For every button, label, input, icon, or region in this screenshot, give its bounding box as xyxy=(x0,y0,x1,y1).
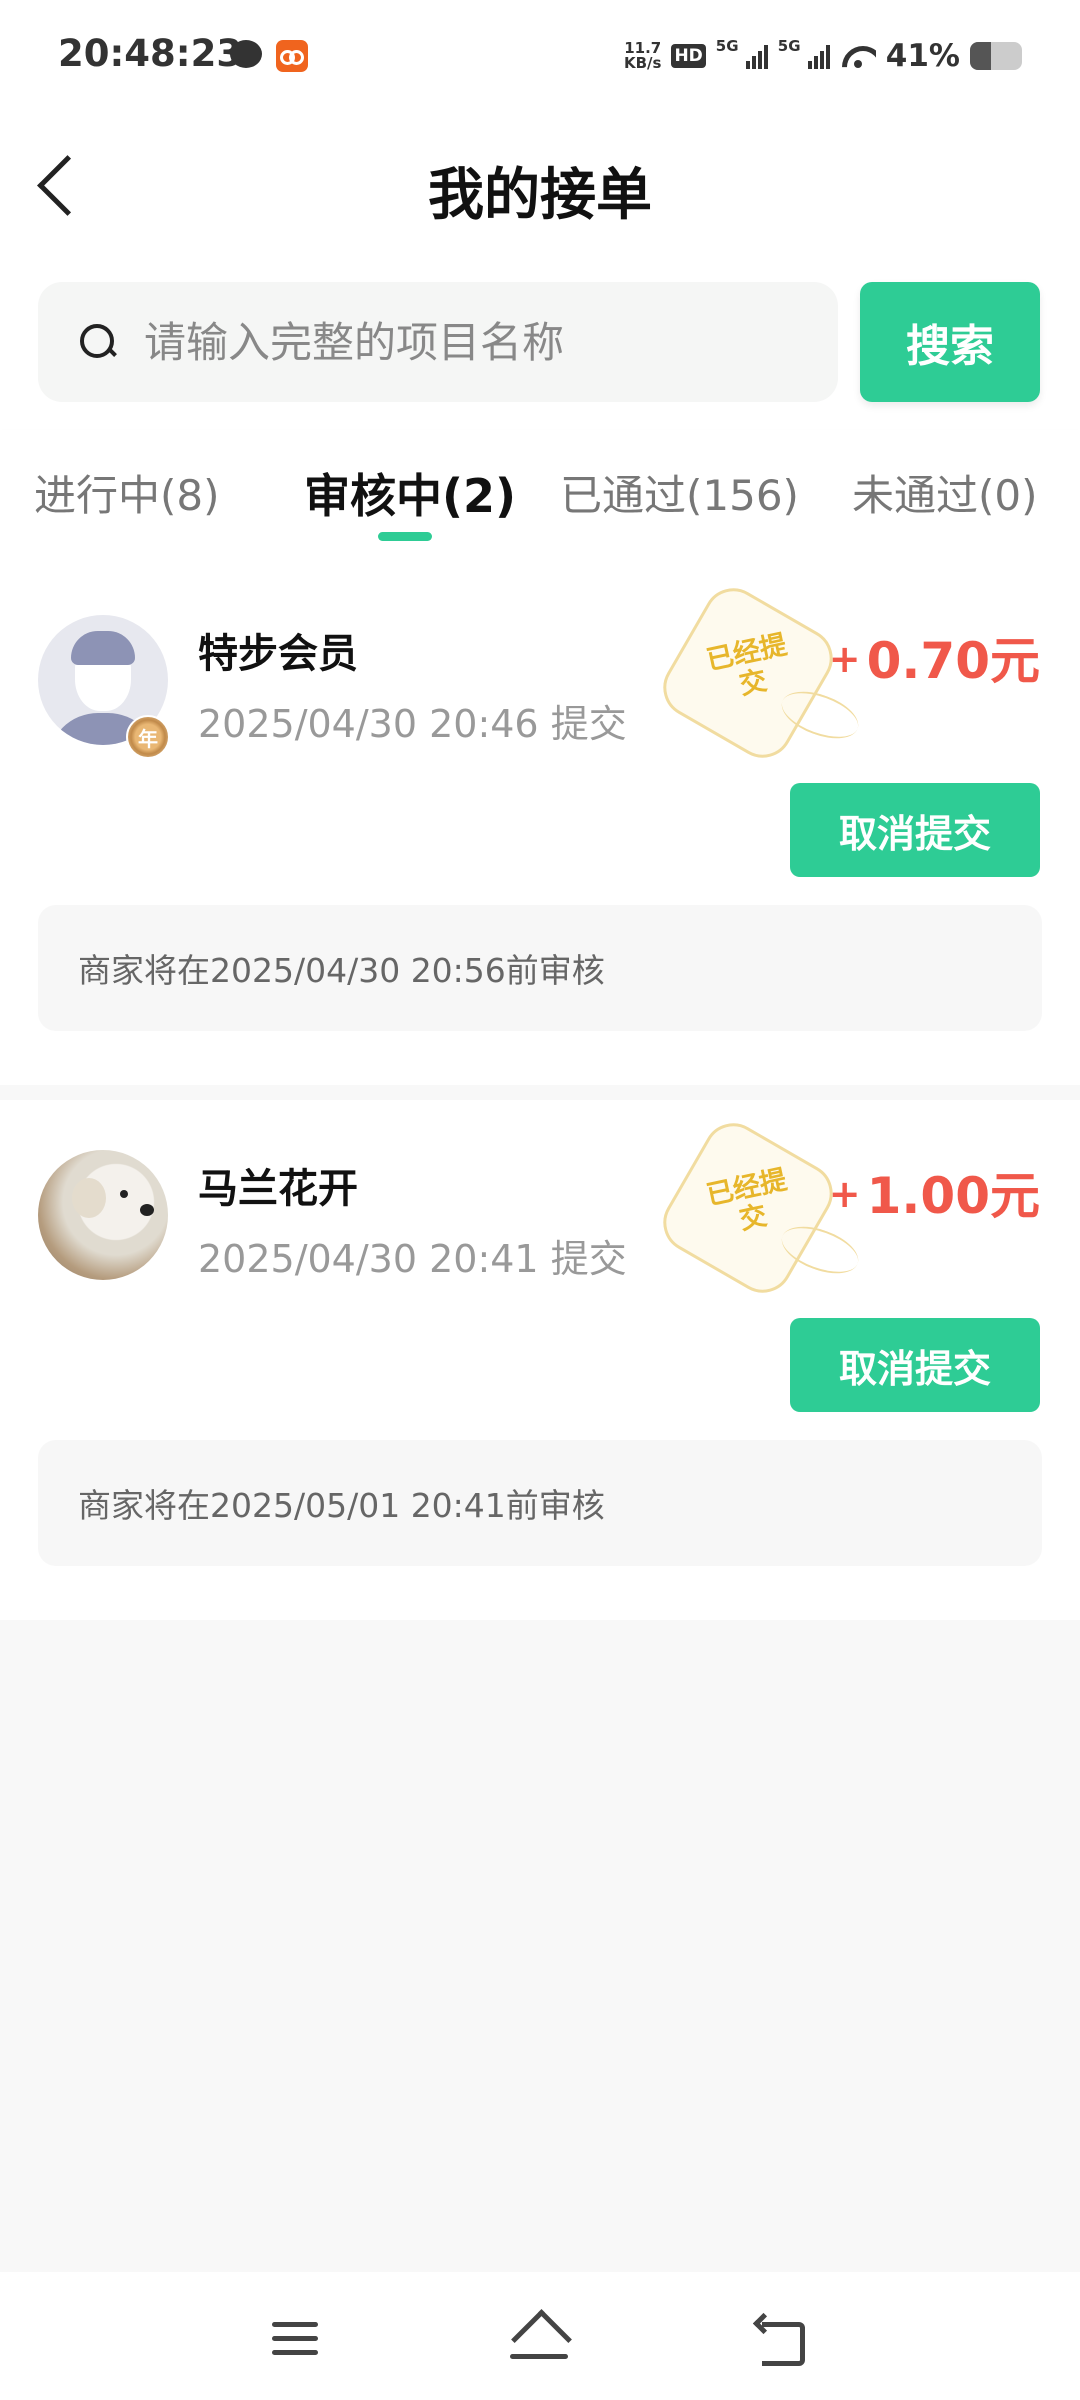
cancel-submit-button[interactable]: 取消提交 xyxy=(790,783,1040,877)
submit-time: 2025/04/30 20:41 提交 xyxy=(198,1237,627,1281)
member-badge-icon: 年 xyxy=(126,715,170,759)
review-deadline-notice: 商家将在2025/04/30 20:56前审核 xyxy=(38,905,1042,1031)
amount-value: 0.70元 xyxy=(866,632,1040,690)
speed-unit: KB/s xyxy=(623,54,662,72)
hd-icon: HD xyxy=(671,44,706,68)
signal-label: 5G xyxy=(715,37,739,55)
search-bar: 搜索 xyxy=(0,260,1080,430)
review-deadline-notice: 商家将在2025/05/01 20:41前审核 xyxy=(38,1440,1042,1566)
username: 马兰花开 xyxy=(198,1166,358,1212)
status-tabs: 进行中(8) 审核中(2) 已通过(156) 未通过(0) xyxy=(0,430,1080,565)
home-icon[interactable] xyxy=(508,2312,572,2366)
active-tab-indicator xyxy=(378,532,432,541)
signal-icon: 5G xyxy=(716,37,768,69)
status-bar: 20:48:23 11.7 KB/s HD 5G 5G 41% xyxy=(0,0,1080,110)
screen: 20:48:23 11.7 KB/s HD 5G 5G 41% 我的接单 请输入… xyxy=(0,0,1080,2400)
signal-label-2: 5G xyxy=(777,37,801,55)
order-card: 马兰花开 2025/04/30 20:41 提交 已经提交 +1.00元 取消提… xyxy=(0,1100,1080,1620)
tab-approved[interactable]: 已通过(156) xyxy=(560,462,799,523)
app-notification-icon xyxy=(276,40,308,72)
system-nav-bar xyxy=(0,2272,1080,2400)
menu-icon[interactable] xyxy=(272,2318,324,2358)
search-icon xyxy=(80,324,116,360)
signal-icon-2: 5G xyxy=(778,37,830,69)
submit-time: 2025/04/30 20:46 提交 xyxy=(198,702,627,746)
battery-percent: 41% xyxy=(885,38,960,74)
reward-amount: +1.00元 xyxy=(829,1156,1040,1228)
tab-under-review[interactable]: 审核中(2) xyxy=(304,460,516,526)
amount-sign: + xyxy=(828,637,861,681)
reward-amount: +0.70元 xyxy=(829,621,1040,693)
network-speed: 11.7 KB/s xyxy=(624,41,661,71)
page-title: 我的接单 xyxy=(428,163,652,228)
app-header: 我的接单 xyxy=(0,110,1080,260)
status-time: 20:48:23 xyxy=(58,32,243,75)
amount-value: 1.00元 xyxy=(866,1167,1040,1225)
cancel-submit-button[interactable]: 取消提交 xyxy=(790,1318,1040,1412)
search-button[interactable]: 搜索 xyxy=(860,282,1040,402)
search-box[interactable] xyxy=(38,282,838,402)
battery-icon xyxy=(970,42,1022,70)
tab-in-progress[interactable]: 进行中(8) xyxy=(34,462,220,523)
order-card: 年 特步会员 2025/04/30 20:46 提交 已经提交 +0.70元 取… xyxy=(0,565,1080,1085)
back-icon[interactable] xyxy=(754,2316,808,2366)
username: 特步会员 xyxy=(198,631,358,677)
avatar[interactable] xyxy=(38,1150,168,1280)
status-icons: 11.7 KB/s HD 5G 5G 41% xyxy=(624,36,1022,76)
wifi-icon xyxy=(840,42,876,70)
amount-sign: + xyxy=(828,1172,861,1216)
tab-rejected[interactable]: 未通过(0) xyxy=(852,462,1038,523)
search-input[interactable] xyxy=(144,282,814,402)
chat-icon xyxy=(230,40,262,68)
